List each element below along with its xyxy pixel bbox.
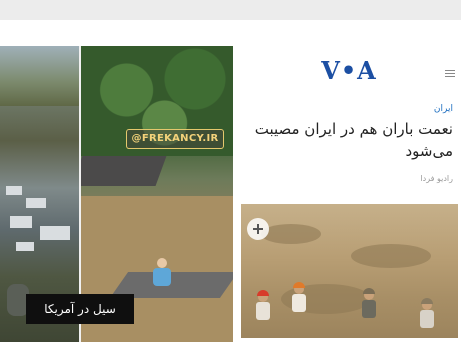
hamburger-menu-icon[interactable] — [445, 70, 455, 78]
person-figure — [291, 282, 307, 314]
article-meta: رادیو فردا — [420, 174, 453, 183]
video-caption: سیل در آمریکا — [26, 294, 134, 324]
person-figure — [361, 288, 377, 320]
person-on-roof — [151, 258, 173, 288]
article-photo[interactable] — [241, 204, 458, 338]
article-category[interactable]: ایران — [434, 104, 453, 114]
expand-image-icon[interactable] — [247, 218, 269, 240]
hills-scenery — [0, 46, 79, 106]
person-figure — [419, 298, 435, 330]
person-figure — [255, 290, 271, 322]
flooded-houses — [6, 186, 76, 256]
article-title[interactable]: نعمت باران هم در ایران مصیبت می‌شود — [243, 118, 453, 162]
watermark-label: @FREKANCY.IR — [126, 129, 224, 149]
voa-logo: V•A — [321, 56, 377, 85]
voa-article-panel: V•A ایران نعمت باران هم در ایران مصیبت م… — [235, 46, 461, 342]
house-roof — [81, 156, 167, 186]
top-bar — [0, 0, 461, 20]
